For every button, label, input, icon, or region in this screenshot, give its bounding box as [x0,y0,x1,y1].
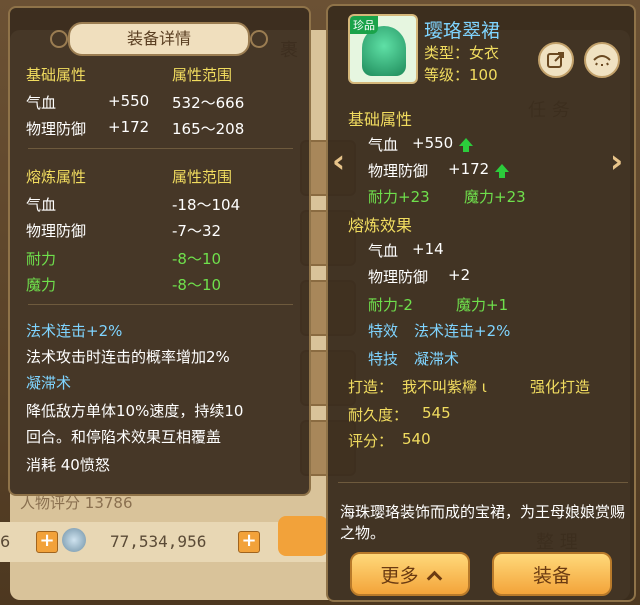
stat-name: 物理防御 [368,268,429,286]
stat-range: -18～104 [172,196,241,214]
stat-name: 气血 [368,136,399,154]
smelt-attr-header: 熔炼属性 [26,168,87,186]
stat-value: +172 [448,160,510,178]
special-effect-label: 特效 [368,322,399,340]
stat-value: +2 [448,266,471,284]
add-currency-button[interactable]: + [36,531,58,553]
item-card-panel: 珍品 璎珞翠裙 类型：女衣 等级：100 ‹ › 基础属性 气血 +550 物理… [326,4,636,602]
stat-name: 物理防御 [368,162,429,180]
durability-label: 耐久度： [348,406,409,424]
smelt-endurance: 耐力-2 [368,296,413,314]
base-attr-header: 基础属性 [348,110,413,129]
equip-button[interactable]: 装备 [492,552,612,596]
stat-range: -7～32 [172,222,222,240]
skirt-item-icon: 珍品 [348,14,418,84]
scroll-curl-icon [50,30,68,48]
special-skill-desc: 降低敌方单体10%速度，持续10 [26,402,244,420]
stat-value: +172 [108,118,150,136]
smelt-effect-header: 熔炼效果 [348,216,413,235]
currency-left-value: 6 [0,532,11,551]
panel-title: 装备详情 [50,22,268,56]
eye-icon [593,55,611,66]
stat-name: 物理防御 [26,222,87,240]
share-button[interactable] [538,42,574,78]
stat-name: 魔力 [26,276,57,294]
item-type: 类型：女衣 [424,44,500,62]
equipment-detail-panel: 装备详情 基础属性 属性范围 气血 +550 532～666 物理防御 +172… [8,6,311,496]
stat-up-arrow-icon [459,138,474,152]
share-icon [547,52,564,68]
chevron-up-icon [426,570,442,587]
silver-coin-icon [62,528,86,552]
stat-name: 气血 [26,94,57,112]
stat-name: 物理防御 [26,120,87,138]
stat-name: 耐力 [26,250,57,268]
special-effect-name: 法术连击+2% [26,322,123,340]
divider [338,482,628,483]
special-effect-value: 法术连击+2% [414,322,511,340]
base-attr-header: 基础属性 [26,66,87,84]
next-item-arrow-icon[interactable]: › [610,142,623,180]
smelt-magic: 魔力+1 [456,296,509,314]
item-description: 海珠璎珞装饰而成的宝裙，为王母娘娘赏赐之物。 [340,503,626,542]
special-skill-value: 凝滞术 [414,350,460,368]
special-skill-cost: 消耗 40愤怒 [26,456,110,474]
item-level: 等级：100 [424,66,498,84]
bonus-magic: 魔力+23 [464,188,526,206]
stat-range: 532～666 [172,94,245,112]
item-name: 璎珞翠裙 [424,20,501,42]
add-money-button[interactable]: + [238,531,260,553]
scroll-curl-icon [250,30,268,48]
special-effect-desc: 法术攻击时连击的概率增加2% [26,348,230,366]
special-skill-desc: 回合。和停陷术效果互相覆盖 [26,428,222,446]
stat-value: +14 [412,240,444,258]
forge-label: 打造： [348,378,394,396]
stat-range: 165～208 [172,120,245,138]
rarity-tag: 珍品 [350,16,378,34]
stat-name: 气血 [368,242,399,260]
background-button[interactable] [278,516,328,556]
money-value: 77,534,956 [110,532,207,551]
more-button[interactable]: 更多 [350,552,470,596]
divider [28,148,293,149]
base-range-header: 属性范围 [172,66,233,84]
rating-value: 540 [402,430,431,448]
stat-value: +550 [412,134,474,152]
stat-name: 气血 [26,196,57,214]
divider [28,304,293,305]
special-skill-name: 凝滞术 [26,374,72,392]
forge-by: 我不叫紫檸 ι [402,378,487,396]
smelt-range-header: 属性范围 [172,168,233,186]
forge-type: 强化打造 [530,378,591,396]
preview-button[interactable] [584,42,620,78]
rating-label: 评分： [348,432,394,450]
stat-value: +550 [108,92,150,110]
stat-up-arrow-icon [495,164,510,178]
stat-range: -8～10 [172,276,222,294]
stat-range: -8～10 [172,250,222,268]
durability-value: 545 [422,404,451,422]
special-skill-label: 特技 [368,350,399,368]
bonus-endurance: 耐力+23 [368,188,430,206]
prev-item-arrow-icon[interactable]: ‹ [332,142,345,180]
